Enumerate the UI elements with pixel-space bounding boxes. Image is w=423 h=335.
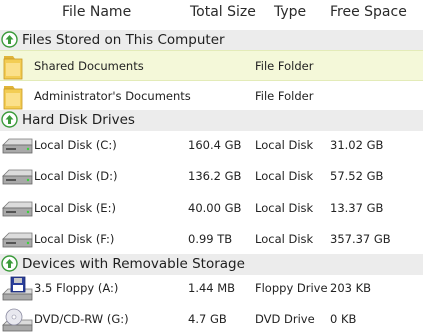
- item-free-space: 31.02 GB: [330, 138, 384, 152]
- list-item-floppy-a[interactable]: 3.5 Floppy (A:) 1.44 MB Floppy Drive 203…: [0, 273, 423, 304]
- item-name: 3.5 Floppy (A:): [34, 281, 119, 295]
- item-type: Local Disk: [255, 201, 314, 215]
- floppy-drive-icon: [2, 276, 33, 301]
- collapse-arrow-icon[interactable]: [1, 31, 18, 48]
- item-free-space: 203 KB: [330, 281, 372, 295]
- item-free-space: 13.37 GB: [330, 201, 384, 215]
- item-size: 136.2 GB: [188, 169, 242, 183]
- item-free-space: 57.52 GB: [330, 169, 384, 183]
- list-item-administrators-documents[interactable]: Administrator's Documents File Folder: [0, 81, 423, 112]
- group-header-removable-storage[interactable]: Devices with Removable Storage: [0, 254, 423, 275]
- item-size: 4.7 GB: [188, 312, 227, 326]
- collapse-arrow-icon[interactable]: [1, 255, 18, 272]
- list-item-local-disk-c[interactable]: Local Disk (C:) 160.4 GB Local Disk 31.0…: [0, 130, 423, 161]
- column-header: File Name Total Size Type Free Space: [0, 0, 423, 26]
- dvd-drive-icon: [2, 308, 33, 332]
- folder-icon: [3, 86, 23, 110]
- item-free-space: 0 KB: [330, 312, 357, 326]
- group-title: Hard Disk Drives: [22, 112, 135, 128]
- group-header-hard-disk-drives[interactable]: Hard Disk Drives: [0, 110, 423, 131]
- item-size: 0.99 TB: [188, 232, 233, 246]
- hard-disk-icon: [2, 201, 33, 217]
- item-name: Shared Documents: [34, 59, 144, 73]
- item-name: Administrator's Documents: [34, 89, 191, 103]
- collapse-arrow-icon[interactable]: [1, 111, 18, 128]
- group-title: Files Stored on This Computer: [22, 32, 225, 48]
- hard-disk-icon: [2, 169, 33, 185]
- column-header-size[interactable]: Total Size: [190, 4, 256, 20]
- column-header-type[interactable]: Type: [274, 4, 306, 20]
- list-item-local-disk-f[interactable]: Local Disk (F:) 0.99 TB Local Disk 357.3…: [0, 224, 423, 255]
- list-item-shared-documents[interactable]: Shared Documents File Folder: [0, 50, 423, 81]
- list-item-dvd-cd-rw-g[interactable]: DVD/CD-RW (G:) 4.7 GB DVD Drive 0 KB: [0, 304, 423, 335]
- item-name: Local Disk (C:): [34, 138, 117, 152]
- item-type: File Folder: [255, 59, 314, 73]
- folder-icon: [3, 56, 23, 80]
- item-type: Local Disk: [255, 138, 314, 152]
- item-type: Floppy Drive: [255, 281, 328, 295]
- column-header-name[interactable]: File Name: [62, 4, 131, 20]
- item-name: Local Disk (E:): [34, 201, 116, 215]
- column-header-free-space[interactable]: Free Space: [330, 4, 407, 20]
- item-type: Local Disk: [255, 169, 314, 183]
- item-type: Local Disk: [255, 232, 314, 246]
- item-name: DVD/CD-RW (G:): [34, 312, 129, 326]
- item-size: 160.4 GB: [188, 138, 242, 152]
- item-free-space: 357.37 GB: [330, 232, 391, 246]
- hard-disk-icon: [2, 232, 33, 248]
- hard-disk-icon: [2, 138, 33, 154]
- item-name: Local Disk (F:): [34, 232, 115, 246]
- item-type: File Folder: [255, 89, 314, 103]
- group-title: Devices with Removable Storage: [22, 256, 245, 272]
- list-item-local-disk-d[interactable]: Local Disk (D:) 136.2 GB Local Disk 57.5…: [0, 161, 423, 192]
- group-header-files-stored[interactable]: Files Stored on This Computer: [0, 30, 423, 51]
- list-item-local-disk-e[interactable]: Local Disk (E:) 40.00 GB Local Disk 13.3…: [0, 193, 423, 224]
- item-size: 40.00 GB: [188, 201, 242, 215]
- item-type: DVD Drive: [255, 312, 315, 326]
- item-size: 1.44 MB: [188, 281, 236, 295]
- item-name: Local Disk (D:): [34, 169, 118, 183]
